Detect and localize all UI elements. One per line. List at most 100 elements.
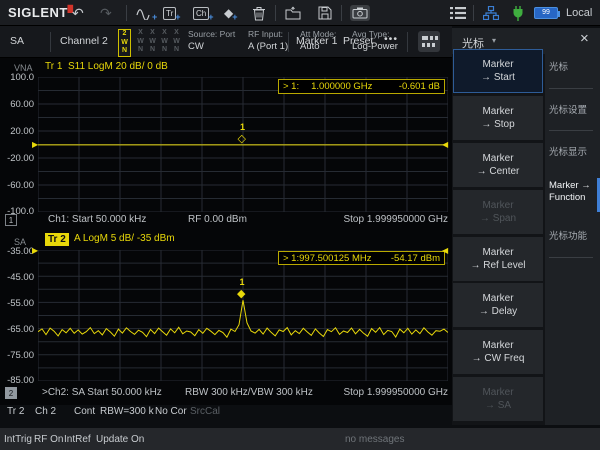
status-update-on: Update On — [96, 428, 144, 450]
panel-menu-marker-settings[interactable]: 光标设置 — [549, 105, 599, 117]
vna-trace-start-arrow: ▶ — [32, 141, 38, 149]
marker-to-ref-level-button[interactable]: Marker→ Ref Level — [453, 237, 543, 281]
mode-selector[interactable]: SA — [10, 35, 24, 47]
save-icon[interactable] — [318, 0, 332, 26]
toolbar-separator — [473, 5, 474, 21]
redo-icon[interactable]: ↷ — [100, 0, 112, 26]
vna-channel-box[interactable]: 1 — [5, 214, 17, 226]
power-plug-icon — [512, 0, 524, 26]
panel-title-caret-icon[interactable]: ▾ — [492, 36, 496, 45]
status-inttrig: IntTrig — [4, 428, 32, 450]
status-intref: IntRef — [64, 428, 91, 450]
marker-select-dropdown[interactable]: Marker 1 — [296, 35, 337, 47]
panel-menu-separator — [549, 130, 593, 131]
sa-stop-label: Stop 1.999950000 GHz — [343, 387, 448, 398]
sa-trace-badge[interactable]: Tr 2 — [45, 233, 69, 246]
panel-menu-marker-functions[interactable]: 光标功能 — [549, 231, 599, 243]
sa-rbw-label: RBW 300 kHz/VBW 300 kHz — [185, 387, 313, 398]
channel-tab-active[interactable]: 2 W N — [118, 29, 131, 57]
marker-to-start-button[interactable]: Marker→ Start — [453, 49, 543, 93]
sa-marker-number: 1 — [239, 277, 244, 287]
vna-marker-readout: > 1:1.000000 GHz-0.601 dB — [278, 79, 445, 94]
more-options-button[interactable]: ••• — [384, 33, 398, 45]
screenshot-camera-icon[interactable] — [350, 0, 370, 26]
message-area: no messages — [345, 428, 404, 450]
brand-text: SIGLENT — [8, 5, 68, 20]
local-remote-label[interactable]: Local — [566, 0, 592, 26]
open-file-icon[interactable] — [285, 0, 301, 26]
sa-ytick: -45.00 — [0, 272, 34, 283]
marker-to-stop-button[interactable]: Marker→ Stop — [453, 96, 543, 140]
ribbon-separator — [50, 32, 51, 52]
network-icon[interactable] — [483, 0, 499, 26]
add-marker-icon[interactable]: ◆+ — [224, 0, 239, 26]
panel-menu-marker[interactable]: 光标 — [549, 62, 599, 74]
vna-footer: 1 Ch1: Start 50.000 kHz RF 0.00 dBm Stop… — [0, 214, 452, 230]
sa-ytick: -85.00 — [0, 375, 34, 386]
vna-ytick: 60.00 — [0, 99, 34, 110]
vna-ytick: -20.00 — [0, 153, 34, 164]
status-tr: Tr 2 — [7, 406, 24, 426]
status-ch: Ch 2 — [35, 406, 56, 426]
ribbon-separator — [288, 32, 289, 52]
sa-plot[interactable] — [38, 250, 448, 381]
sa-start-label: >Ch2: SA Start 50.000 kHz — [42, 387, 162, 398]
panel-menu-marker-function[interactable]: Marker → Function — [549, 180, 599, 204]
marker-to-cw-freq-button[interactable]: Marker→ CW Freq — [453, 330, 543, 374]
panel-close-icon[interactable]: × — [580, 31, 589, 46]
vna-rf-label: RF 0.00 dBm — [188, 214, 247, 225]
sa-ytick: -75.00 — [0, 350, 34, 361]
menu-list-icon[interactable] — [450, 0, 466, 26]
status-cont: Cont — [74, 406, 95, 426]
add-ch-icon[interactable]: Ch+ — [193, 0, 215, 26]
sa-ytick: -55.00 — [0, 298, 34, 309]
status-srccal: SrcCal — [190, 406, 220, 426]
marker-to-sa-button: Marker→ SA — [453, 377, 543, 421]
preset-button[interactable]: Preset — [343, 35, 373, 47]
delete-icon[interactable] — [252, 0, 266, 26]
sa-trace-end-arrow: ◀ — [442, 247, 448, 255]
vna-start-label: Ch1: Start 50.000 kHz — [48, 214, 146, 225]
top-toolbar: SIGLENT▘ ↶ ↷ + Tr+ Ch+ ◆+ — [0, 0, 600, 26]
sa-ytick: -65.00 — [0, 324, 34, 335]
marker-to-center-button[interactable]: Marker→ Center — [453, 143, 543, 187]
sa-footer: 2 >Ch2: SA Start 50.000 kHz RBW 300 kHz/… — [0, 387, 452, 403]
marker-to-delay-button[interactable]: Marker→ Delay — [453, 283, 543, 327]
bottom-status-bar: IntTrig RF On IntRef Update On no messag… — [0, 428, 600, 450]
toolbar-separator — [275, 5, 276, 21]
analyzer-window: SIGLENT▘ ↶ ↷ + Tr+ Ch+ ◆+ — [0, 0, 600, 450]
vna-ytick: 100.0 — [0, 72, 34, 83]
sa-trace-start-arrow: ▶ — [32, 247, 38, 255]
sa-marker-readout: > 1:997.500125 MHz-54.17 dBm — [278, 251, 445, 265]
vna-trace-end-arrow: ◀ — [442, 141, 448, 149]
marker-to-span-button: Marker→ Span — [453, 190, 543, 234]
vna-stop-label: Stop 1.999950000 GHz — [343, 214, 448, 225]
channel-tab[interactable]: XWN — [170, 29, 183, 55]
panel-menu-separator — [549, 257, 593, 258]
ribbon-separator — [407, 32, 408, 52]
sa-channel-box[interactable]: 2 — [5, 387, 17, 399]
status-rf-on: RF On — [34, 428, 63, 450]
apps-grid-icon[interactable] — [417, 30, 441, 58]
panel-menu-separator — [549, 88, 593, 89]
vna-trace-title[interactable]: Tr 1 S11 LogM 20 dB/ 0 dB — [45, 61, 168, 72]
vna-marker-diamond[interactable]: ◇ — [238, 134, 246, 145]
battery-indicator: 99 — [534, 0, 558, 26]
channel-label[interactable]: Channel 2 — [60, 35, 108, 47]
source-field: Source: PortCW — [188, 29, 235, 52]
rf-input-field: RF Input:A (Port 1) — [248, 29, 288, 52]
vna-ytick: -60.00 — [0, 180, 34, 191]
toolbar-separator — [126, 5, 127, 21]
vna-marker-number: 1 — [240, 122, 245, 132]
toolbar-separator — [341, 5, 342, 21]
add-trace-wave-icon[interactable]: + — [136, 0, 158, 26]
add-tr-icon[interactable]: Tr+ — [163, 0, 182, 26]
sa-ytick: -35.00 — [0, 246, 34, 257]
sa-trace-title[interactable]: A LogM 5 dB/ -35 dBm — [74, 233, 175, 244]
vna-ytick: 20.00 — [0, 126, 34, 137]
brand-logo: SIGLENT▘ — [8, 0, 78, 26]
undo-icon[interactable]: ↶ — [72, 0, 84, 26]
panel-menu-marker-display[interactable]: 光标显示 — [549, 147, 599, 159]
status-rbw: RBW=300 k — [100, 406, 154, 426]
sa-marker-diamond[interactable]: ◆ — [237, 289, 245, 300]
